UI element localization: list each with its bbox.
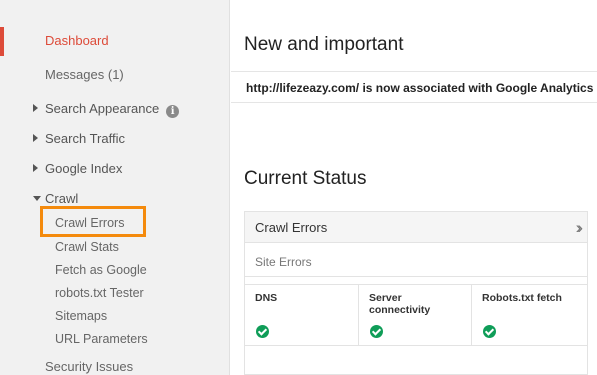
notice-row[interactable]: http://lifezeazy.com/ is now associated … — [231, 71, 597, 103]
divider — [245, 276, 587, 277]
new-and-important-heading: New and important — [244, 34, 404, 55]
expand-triangle-icon[interactable] — [33, 104, 38, 112]
check-circle-icon — [256, 325, 269, 338]
sidebar-item-google-index[interactable]: Google Index — [45, 161, 122, 176]
highlight-annotation — [40, 206, 146, 237]
check-circle-icon — [483, 325, 496, 338]
expand-triangle-icon[interactable] — [33, 134, 38, 142]
active-indicator — [0, 27, 4, 56]
sidebar-item-label: Search Appearance — [45, 101, 160, 116]
main-content: New and important http://lifezeazy.com/ … — [231, 0, 597, 375]
sidebar-item-crawl[interactable]: Crawl — [45, 191, 78, 206]
sidebar-subitem-robots-tester[interactable]: robots.txt Tester — [55, 286, 144, 300]
sidebar-subitem-fetch-as-google[interactable]: Fetch as Google — [55, 263, 147, 277]
collapse-triangle-icon[interactable] — [33, 196, 41, 201]
current-status-heading: Current Status — [244, 168, 367, 189]
notice-text: http://lifezeazy.com/ is now associated … — [246, 81, 594, 95]
status-cell-robots-fetch[interactable]: Robots.txt fetch — [471, 285, 587, 345]
sidebar-item-search-appearance[interactable]: Search Appearance i — [45, 101, 180, 118]
sidebar-subitem-url-parameters[interactable]: URL Parameters — [55, 332, 148, 346]
card-title: Crawl Errors — [255, 220, 328, 235]
expand-triangle-icon[interactable] — [33, 164, 38, 172]
sidebar-subitem-crawl-stats[interactable]: Crawl Stats — [55, 240, 119, 254]
sidebar: Dashboard Messages (1) Search Appearance… — [0, 0, 230, 375]
status-cell-server-connectivity[interactable]: Server connectivity — [358, 285, 471, 345]
info-icon[interactable]: i — [166, 105, 180, 118]
card-header[interactable]: Crawl Errors ›› — [245, 212, 587, 243]
status-row: DNS Server connectivity Robots.txt fetch — [245, 284, 587, 346]
status-label: Robots.txt fetch — [482, 292, 562, 304]
site-errors-label: Site Errors — [255, 255, 312, 269]
sidebar-item-search-traffic[interactable]: Search Traffic — [45, 131, 125, 146]
sidebar-item-dashboard[interactable]: Dashboard — [45, 33, 109, 48]
double-chevron-right-icon[interactable]: ›› — [576, 218, 584, 238]
crawl-errors-card: Crawl Errors ›› Site Errors DNS Server c… — [244, 211, 588, 375]
status-label: DNS — [255, 292, 278, 304]
sidebar-subitem-sitemaps[interactable]: Sitemaps — [55, 309, 107, 323]
sidebar-item-security-issues[interactable]: Security Issues — [45, 359, 133, 374]
status-label: Server connectivity — [369, 292, 431, 316]
status-cell-dns[interactable]: DNS — [245, 285, 358, 345]
check-circle-icon — [370, 325, 383, 338]
sidebar-item-messages[interactable]: Messages (1) — [45, 67, 124, 82]
